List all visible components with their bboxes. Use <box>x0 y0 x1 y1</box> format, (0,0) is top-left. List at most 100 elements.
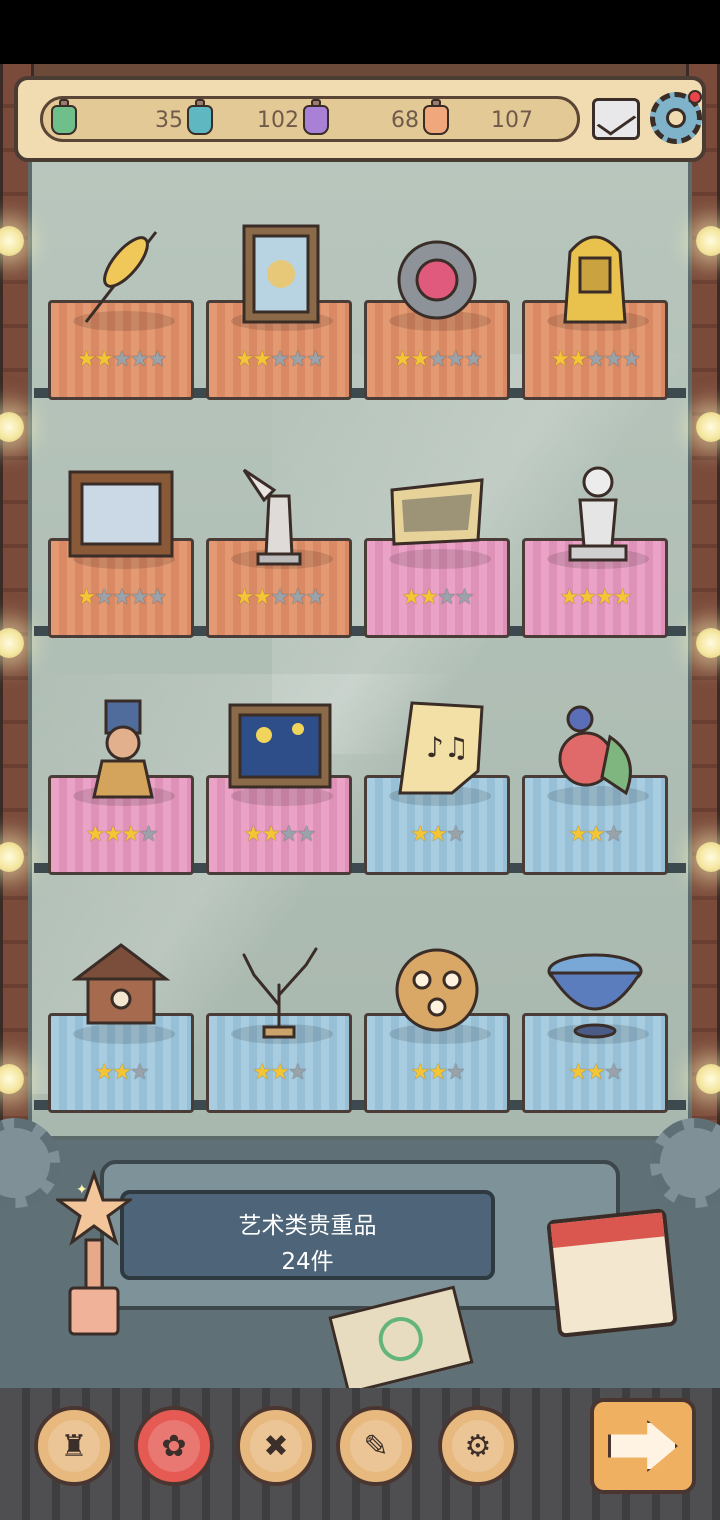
star-filled-icon: ★ <box>76 585 97 610</box>
star-rating: ★★★★★ <box>525 347 665 372</box>
star-empty-icon: ★ <box>129 585 150 610</box>
exhibit-slot-ancient-scroll[interactable]: ★★★★ <box>364 478 510 638</box>
star-trophy-icon[interactable]: ✦ <box>56 1170 132 1340</box>
star-rating: ★★★ <box>525 822 665 847</box>
gem-medallion-icon <box>382 222 492 332</box>
nav-button[interactable]: ✎ <box>336 1406 416 1486</box>
framed-painting-icon <box>224 222 334 332</box>
rose-icon: ✿ <box>148 1420 200 1472</box>
exhibit-slot-starry-night[interactable]: ★★★★ <box>206 703 352 875</box>
resource-top-bar: 35 102 68 107 <box>14 76 706 162</box>
star-filled-icon: ★ <box>595 585 615 610</box>
star-empty-icon: ★ <box>305 347 326 372</box>
star-rating: ★★★★★ <box>367 347 507 372</box>
star-rating: ★★★★★ <box>51 585 191 610</box>
nav-button[interactable]: ✿ <box>134 1406 214 1486</box>
star-filled-icon: ★ <box>234 585 255 610</box>
star-filled-icon: ★ <box>428 822 448 847</box>
music-sheet-icon: ♪♫ <box>382 697 492 807</box>
star-filled-icon: ★ <box>577 585 597 610</box>
status-bar <box>0 0 720 64</box>
exhibit-slot-framed-painting[interactable]: ★★★★★ <box>206 224 352 400</box>
nav-button[interactable]: ✖ <box>236 1406 316 1486</box>
star-filled-icon: ★ <box>261 822 281 847</box>
family-painting-icon <box>66 460 176 570</box>
coral-branch-icon <box>224 935 334 1045</box>
pharaoh-mask-icon <box>540 222 650 332</box>
star-empty-icon: ★ <box>296 822 317 847</box>
star-empty-icon: ★ <box>147 585 168 610</box>
peacock-clock-icon <box>540 697 650 807</box>
exhibit-slot-cuckoo-house[interactable]: ★★★ <box>48 943 194 1113</box>
star-filled-icon: ★ <box>94 1060 114 1085</box>
star-rating: ★★★★★ <box>51 347 191 372</box>
star-rating: ★★★★★ <box>209 585 349 610</box>
star-empty-icon: ★ <box>445 822 466 847</box>
exhibit-slot-painted-bowl[interactable]: ★★★ <box>522 953 668 1113</box>
star-filled-icon: ★ <box>410 1060 430 1085</box>
star-filled-icon: ★ <box>392 347 413 372</box>
next-button[interactable] <box>590 1398 696 1494</box>
star-empty-icon: ★ <box>603 822 624 847</box>
star-rating: ★★★★ <box>525 585 665 610</box>
star-filled-icon: ★ <box>568 822 588 847</box>
star-empty-icon: ★ <box>445 1060 466 1085</box>
svg-text:✦: ✦ <box>76 1182 88 1198</box>
star-rating: ★★★ <box>367 1060 507 1085</box>
star-filled-icon: ★ <box>234 347 255 372</box>
exhibit-slot-music-sheet[interactable]: ★★★ ♪♫ <box>364 701 510 875</box>
star-empty-icon: ★ <box>138 822 159 847</box>
mail-icon[interactable] <box>592 98 640 140</box>
nav-button[interactable]: ⚙ <box>438 1406 518 1486</box>
plaque-title: 艺术类贵重品 <box>238 1213 377 1239</box>
star-filled-icon: ★ <box>550 347 571 372</box>
green-ink-icon <box>51 99 77 135</box>
star-filled-icon: ★ <box>270 1060 290 1085</box>
star-rating: ★★★ <box>367 822 507 847</box>
star-empty-icon: ★ <box>305 585 326 610</box>
resource-counter-bar: 35 102 68 107 <box>40 96 580 142</box>
star-empty-icon: ★ <box>445 347 466 372</box>
svg-text:♪♫: ♪♫ <box>426 731 469 764</box>
star-filled-icon: ★ <box>94 347 114 372</box>
exhibit-slot-family-painting[interactable]: ★★★★★ <box>48 470 194 638</box>
exhibit-slot-coral-branch[interactable]: ★★★ <box>206 947 352 1113</box>
star-filled-icon: ★ <box>112 1060 132 1085</box>
queen-bust-icon <box>66 697 176 807</box>
wall-lamp <box>696 226 720 256</box>
star-filled-icon: ★ <box>401 585 422 610</box>
exhibit-slot-queen-bust[interactable]: ★★★★ <box>48 699 194 875</box>
star-empty-icon: ★ <box>129 1060 150 1085</box>
star-filled-icon: ★ <box>428 1060 448 1085</box>
wall-lamp <box>696 842 720 872</box>
star-filled-icon: ★ <box>243 822 264 847</box>
wall-lamp <box>696 412 720 442</box>
star-empty-icon: ★ <box>603 347 624 372</box>
star-filled-icon: ★ <box>121 822 141 847</box>
cuckoo-house-icon <box>66 935 176 1045</box>
wall-lamp <box>696 1064 720 1094</box>
exhibit-slot-peacock-clock[interactable]: ★★★ <box>522 705 668 875</box>
star-filled-icon: ★ <box>252 585 272 610</box>
calendar-icon[interactable] <box>546 1208 678 1338</box>
exhibit-slot-winged-statue[interactable]: ★★★★★ <box>206 468 352 638</box>
star-empty-icon: ★ <box>279 822 299 847</box>
trophy-cup-icon: ♜ <box>48 1420 100 1472</box>
exhibit-slot-gem-medallion[interactable]: ★★★★★ <box>364 240 510 400</box>
star-rating: ★★★★ <box>367 585 507 610</box>
star-filled-icon: ★ <box>85 822 106 847</box>
exhibit-slot-pharaoh-mask[interactable]: ★★★★★ <box>522 235 668 400</box>
star-empty-icon: ★ <box>621 347 642 372</box>
star-rating: ★★★ <box>525 1060 665 1085</box>
wall-lamp <box>696 628 720 658</box>
star-empty-icon: ★ <box>454 585 475 610</box>
star-empty-icon: ★ <box>287 585 308 610</box>
exhibit-slot-bronze-dodecahedron[interactable]: ★★★ <box>364 948 510 1113</box>
nav-button[interactable]: ♜ <box>34 1406 114 1486</box>
resource-value: 102 <box>257 107 299 133</box>
plaque-count: 24件 <box>281 1249 334 1275</box>
collection-plaque: 艺术类贵重品 24件 <box>120 1190 495 1280</box>
cog-icon: ⚙ <box>452 1420 504 1472</box>
exhibit-slot-cherub-statue[interactable]: ★★★★ <box>522 466 668 638</box>
exhibit-slot-golden-wheat[interactable]: ★★★★★ <box>48 231 194 400</box>
